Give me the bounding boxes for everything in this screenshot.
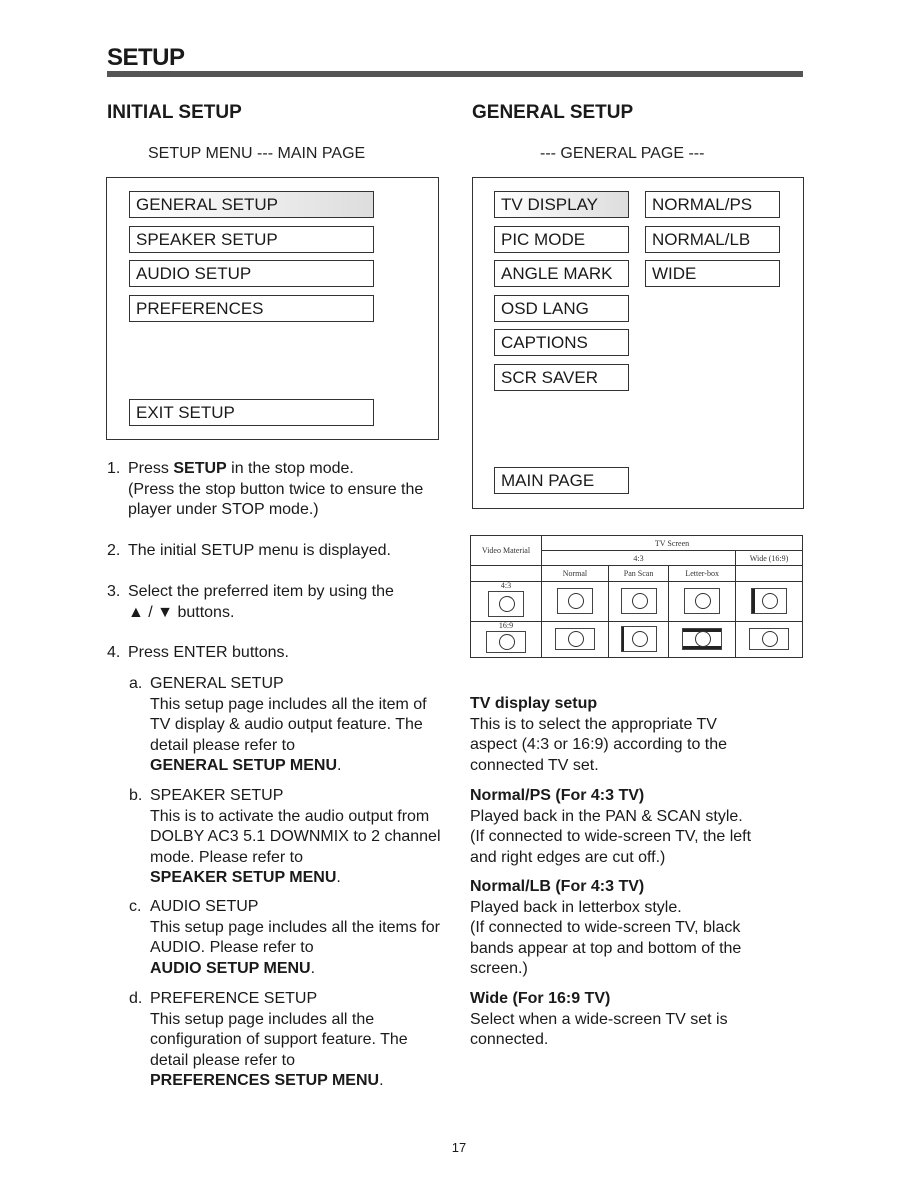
screen-43-letterbox-icon — [684, 587, 721, 614]
menu-item-main-page[interactable]: MAIN PAGE — [494, 467, 629, 494]
page-title: SETUP — [107, 44, 185, 71]
screen-43-source-icon — [488, 591, 524, 617]
row-43: 4:3 — [470, 581, 542, 622]
subitem-speaker-setup: b. SPEAKER SETUP This is to activate the … — [129, 787, 441, 886]
initial-setup-subheading: SETUP MENU --- MAIN PAGE — [148, 145, 366, 162]
screen-169-source-icon — [486, 631, 526, 653]
initial-setup-heading: INITIAL SETUP — [107, 102, 242, 123]
section-wide: Wide (For 16:9 TV) Select when a wide-sc… — [470, 990, 728, 1048]
step-3: 3. Select the preferred item by using th… — [107, 583, 394, 621]
screen-43-wide-icon — [751, 587, 788, 614]
step-2: 2. The initial SETUP menu is displayed. — [107, 542, 391, 559]
row-169: 16:9 — [470, 621, 542, 658]
step-4: 4. Press ENTER buttons. — [107, 644, 289, 661]
menu-item-general-setup[interactable]: GENERAL SETUP — [129, 191, 374, 218]
general-page-menu: TV DISPLAY PIC MODE ANGLE MARK OSD LANG … — [472, 177, 804, 509]
menu-item-angle-mark[interactable]: ANGLE MARK — [494, 260, 629, 287]
menu-item-captions[interactable]: CAPTIONS — [494, 329, 629, 356]
menu-item-osd-lang[interactable]: OSD LANG — [494, 295, 629, 322]
col-letter-box: Letter-box — [668, 565, 737, 582]
section-normal-ps: Normal/PS (For 4:3 TV) Played back in th… — [470, 787, 752, 866]
col-pan-scan: Pan Scan — [607, 565, 670, 582]
menu-item-preferences[interactable]: PREFERENCES — [129, 295, 374, 322]
subitem-preference-setup: d. PREFERENCE SETUP This setup page inclu… — [129, 990, 408, 1089]
section-tv-display: TV display setup This is to select the a… — [470, 695, 728, 774]
screen-169-normal-icon — [554, 627, 595, 650]
screen-169-panscan-icon — [620, 625, 657, 652]
video-material-header: Video Material — [470, 535, 542, 566]
screen-169-letterbox-icon — [682, 627, 723, 650]
tv-screen-header: TV Screen — [541, 535, 803, 551]
general-setup-subheading: --- GENERAL PAGE --- — [540, 145, 705, 162]
screen-43-normal-icon — [556, 587, 593, 614]
menu-item-pic-mode[interactable]: PIC MODE — [494, 226, 629, 253]
menu-item-scr-saver[interactable]: SCR SAVER — [494, 364, 629, 391]
page-number: 17 — [451, 1140, 467, 1155]
subitem-general-setup: a. GENERAL SETUP This setup page includes… — [129, 675, 427, 774]
menu-item-tv-display[interactable]: TV DISPLAY — [494, 191, 629, 218]
option-normal-lb[interactable]: NORMAL/LB — [645, 226, 780, 253]
screen-43-panscan-icon — [620, 587, 657, 614]
menu-item-audio-setup[interactable]: AUDIO SETUP — [129, 260, 374, 287]
option-wide[interactable]: WIDE — [645, 260, 780, 287]
step-1: 1. Press SETUP in the stop mode. (Press t… — [107, 460, 424, 518]
section-normal-lb: Normal/LB (For 4:3 TV) Played back in le… — [470, 878, 742, 977]
title-rule — [107, 71, 803, 77]
option-normal-ps[interactable]: NORMAL/PS — [645, 191, 780, 218]
subitem-audio-setup: c. AUDIO SETUP This setup page includes a… — [129, 898, 440, 977]
general-setup-heading: GENERAL SETUP — [472, 102, 634, 123]
screen-169-wide-icon — [749, 627, 790, 650]
group-43-header: 4:3 — [540, 550, 737, 566]
main-page-menu: GENERAL SETUP SPEAKER SETUP AUDIO SETUP … — [106, 177, 439, 440]
group-wide-header: Wide (16:9) — [735, 550, 803, 566]
menu-item-speaker-setup[interactable]: SPEAKER SETUP — [129, 226, 374, 253]
up-down-arrows-icon: ▲ / ▼ buttons. — [128, 603, 235, 621]
col-normal: Normal — [541, 565, 609, 582]
menu-item-exit-setup[interactable]: EXIT SETUP — [129, 399, 374, 426]
tv-aspect-table: Video Material TV Screen 4:3 Wide (16:9)… — [470, 535, 803, 658]
